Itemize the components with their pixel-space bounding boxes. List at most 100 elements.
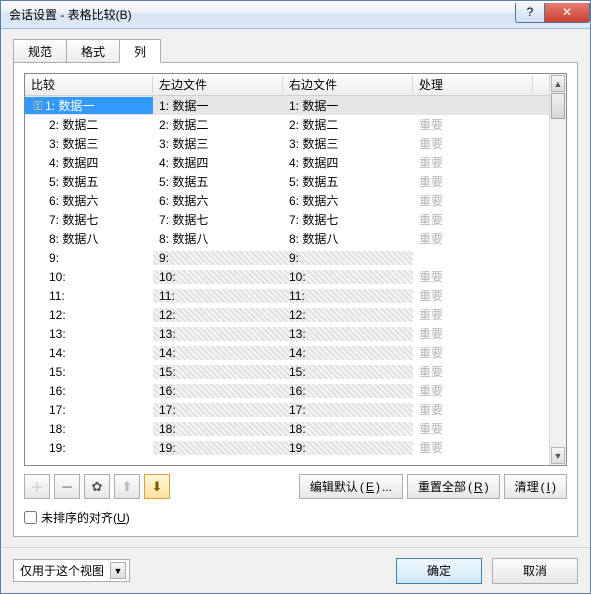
cell-right: 4: 数据四 <box>283 154 413 171</box>
cell-compare: 15: <box>25 365 153 379</box>
cell-status: 重要 <box>413 344 533 361</box>
table-row[interactable]: 7: 数据七7: 数据七7: 数据七重要 <box>25 210 549 229</box>
cell-right: 16: <box>283 384 413 398</box>
cell-status: 重要 <box>413 230 533 247</box>
cell-compare: 17: <box>25 403 153 417</box>
header-handle[interactable]: 处理 <box>413 76 533 93</box>
cell-left: 15: <box>153 365 283 379</box>
cell-status: 重要 <box>413 420 533 437</box>
cell-left: 5: 数据五 <box>153 173 283 190</box>
tab-format[interactable]: 格式 <box>66 39 120 63</box>
cell-right: 9: <box>283 251 413 265</box>
cell-compare: 2: 数据二 <box>25 116 153 133</box>
move-up-button[interactable]: ⬆ <box>114 474 140 499</box>
scroll-track[interactable] <box>550 119 566 446</box>
grid-toolbar: ＋ － ✿ ⬆ ⬇ 编辑默认(E)... 重置全部(R) 清理(I) <box>24 474 567 499</box>
scroll-thumb[interactable] <box>551 93 565 119</box>
table-row[interactable]: 5: 数据五5: 数据五5: 数据五重要 <box>25 172 549 191</box>
cell-left: 1: 数据一 <box>153 97 283 114</box>
cell-left: 6: 数据六 <box>153 192 283 209</box>
settings-button[interactable]: ✿ <box>84 474 110 499</box>
cell-status: 重要 <box>413 287 533 304</box>
table-row[interactable]: 19:19:19:重要 <box>25 438 549 457</box>
table-row[interactable]: 17:17:17:重要 <box>25 400 549 419</box>
cell-right: 19: <box>283 441 413 455</box>
table-row[interactable]: 13:13:13:重要 <box>25 324 549 343</box>
cell-status: 重要 <box>413 306 533 323</box>
key-icon: ⚿ <box>31 99 45 114</box>
cell-left: 18: <box>153 422 283 436</box>
cell-left: 10: <box>153 270 283 284</box>
cell-left: 14: <box>153 346 283 360</box>
titlebar[interactable]: 会话设置 - 表格比较(B) ? ✕ <box>1 1 590 29</box>
table-row[interactable]: 15:15:15:重要 <box>25 362 549 381</box>
table-row[interactable]: 14:14:14:重要 <box>25 343 549 362</box>
cell-compare: 5: 数据五 <box>25 173 153 190</box>
cell-left: 9: <box>153 251 283 265</box>
cancel-button[interactable]: 取消 <box>492 558 578 584</box>
scroll-down-icon[interactable]: ▼ <box>551 447 565 464</box>
header-right[interactable]: 右边文件 <box>283 76 413 93</box>
cell-right: 10: <box>283 270 413 284</box>
cell-right: 3: 数据三 <box>283 135 413 152</box>
unsorted-align-label[interactable]: 未排序的对齐(U) <box>41 509 130 526</box>
table-row[interactable]: 10:10:10:重要 <box>25 267 549 286</box>
plus-icon: ＋ <box>30 477 43 496</box>
cell-left: 13: <box>153 327 283 341</box>
help-button[interactable]: ? <box>515 3 545 23</box>
cell-right: 13: <box>283 327 413 341</box>
scroll-up-icon[interactable]: ▲ <box>551 75 565 92</box>
table-row[interactable]: 3: 数据三3: 数据三3: 数据三重要 <box>25 134 549 153</box>
tab-spec[interactable]: 规范 <box>13 39 67 63</box>
tab-strip: 规范 格式 列 <box>13 39 578 63</box>
cell-left: 16: <box>153 384 283 398</box>
cell-left: 8: 数据八 <box>153 230 283 247</box>
header-left[interactable]: 左边文件 <box>153 76 283 93</box>
cell-compare: 10: <box>25 270 153 284</box>
edit-default-button[interactable]: 编辑默认(E)... <box>299 474 403 499</box>
table-row[interactable]: 4: 数据四4: 数据四4: 数据四重要 <box>25 153 549 172</box>
table-row[interactable]: 16:16:16:重要 <box>25 381 549 400</box>
table-row[interactable]: 18:18:18:重要 <box>25 419 549 438</box>
add-button[interactable]: ＋ <box>24 474 50 499</box>
table-row[interactable]: 6: 数据六6: 数据六6: 数据六重要 <box>25 191 549 210</box>
cell-left: 19: <box>153 441 283 455</box>
ok-button[interactable]: 确定 <box>396 558 482 584</box>
remove-button[interactable]: － <box>54 474 80 499</box>
table-row[interactable]: 11:11:11:重要 <box>25 286 549 305</box>
cell-left: 4: 数据四 <box>153 154 283 171</box>
tab-columns[interactable]: 列 <box>119 39 161 63</box>
table-row[interactable]: ⚿1: 数据一1: 数据一1: 数据一 <box>25 96 549 115</box>
cell-right: 2: 数据二 <box>283 116 413 133</box>
table-row[interactable]: 12:12:12:重要 <box>25 305 549 324</box>
cell-right: 6: 数据六 <box>283 192 413 209</box>
header-compare[interactable]: 比较 <box>25 76 153 93</box>
chevron-down-icon: ▼ <box>110 562 126 579</box>
cell-left: 2: 数据二 <box>153 116 283 133</box>
table-row[interactable]: 9:9:9: <box>25 248 549 267</box>
cell-status: 重要 <box>413 211 533 228</box>
cell-compare: 4: 数据四 <box>25 154 153 171</box>
cell-compare: 12: <box>25 308 153 322</box>
reset-all-button[interactable]: 重置全部(R) <box>407 474 500 499</box>
cell-compare: 18: <box>25 422 153 436</box>
table-row[interactable]: 2: 数据二2: 数据二2: 数据二重要 <box>25 115 549 134</box>
cell-compare: 14: <box>25 346 153 360</box>
cell-right: 15: <box>283 365 413 379</box>
cell-right: 18: <box>283 422 413 436</box>
clear-button[interactable]: 清理(I) <box>504 474 567 499</box>
cell-compare: 19: <box>25 441 153 455</box>
tab-body-columns: 比较 左边文件 右边文件 处理 ⚿1: 数据一1: 数据一1: 数据一2: 数据… <box>13 62 578 537</box>
vertical-scrollbar[interactable]: ▲ ▼ <box>549 74 566 465</box>
close-button[interactable]: ✕ <box>544 3 590 23</box>
grid-header[interactable]: 比较 左边文件 右边文件 处理 <box>25 74 549 96</box>
unsorted-align-checkbox[interactable] <box>24 511 37 524</box>
scope-combo[interactable]: 仅用于这个视图 ▼ <box>13 559 130 582</box>
cell-compare: 13: <box>25 327 153 341</box>
cell-compare: 9: <box>25 251 153 265</box>
cell-compare: 7: 数据七 <box>25 211 153 228</box>
cell-status: 重要 <box>413 192 533 209</box>
table-row[interactable]: 8: 数据八8: 数据八8: 数据八重要 <box>25 229 549 248</box>
cell-left: 3: 数据三 <box>153 135 283 152</box>
move-down-button[interactable]: ⬇ <box>144 474 170 499</box>
